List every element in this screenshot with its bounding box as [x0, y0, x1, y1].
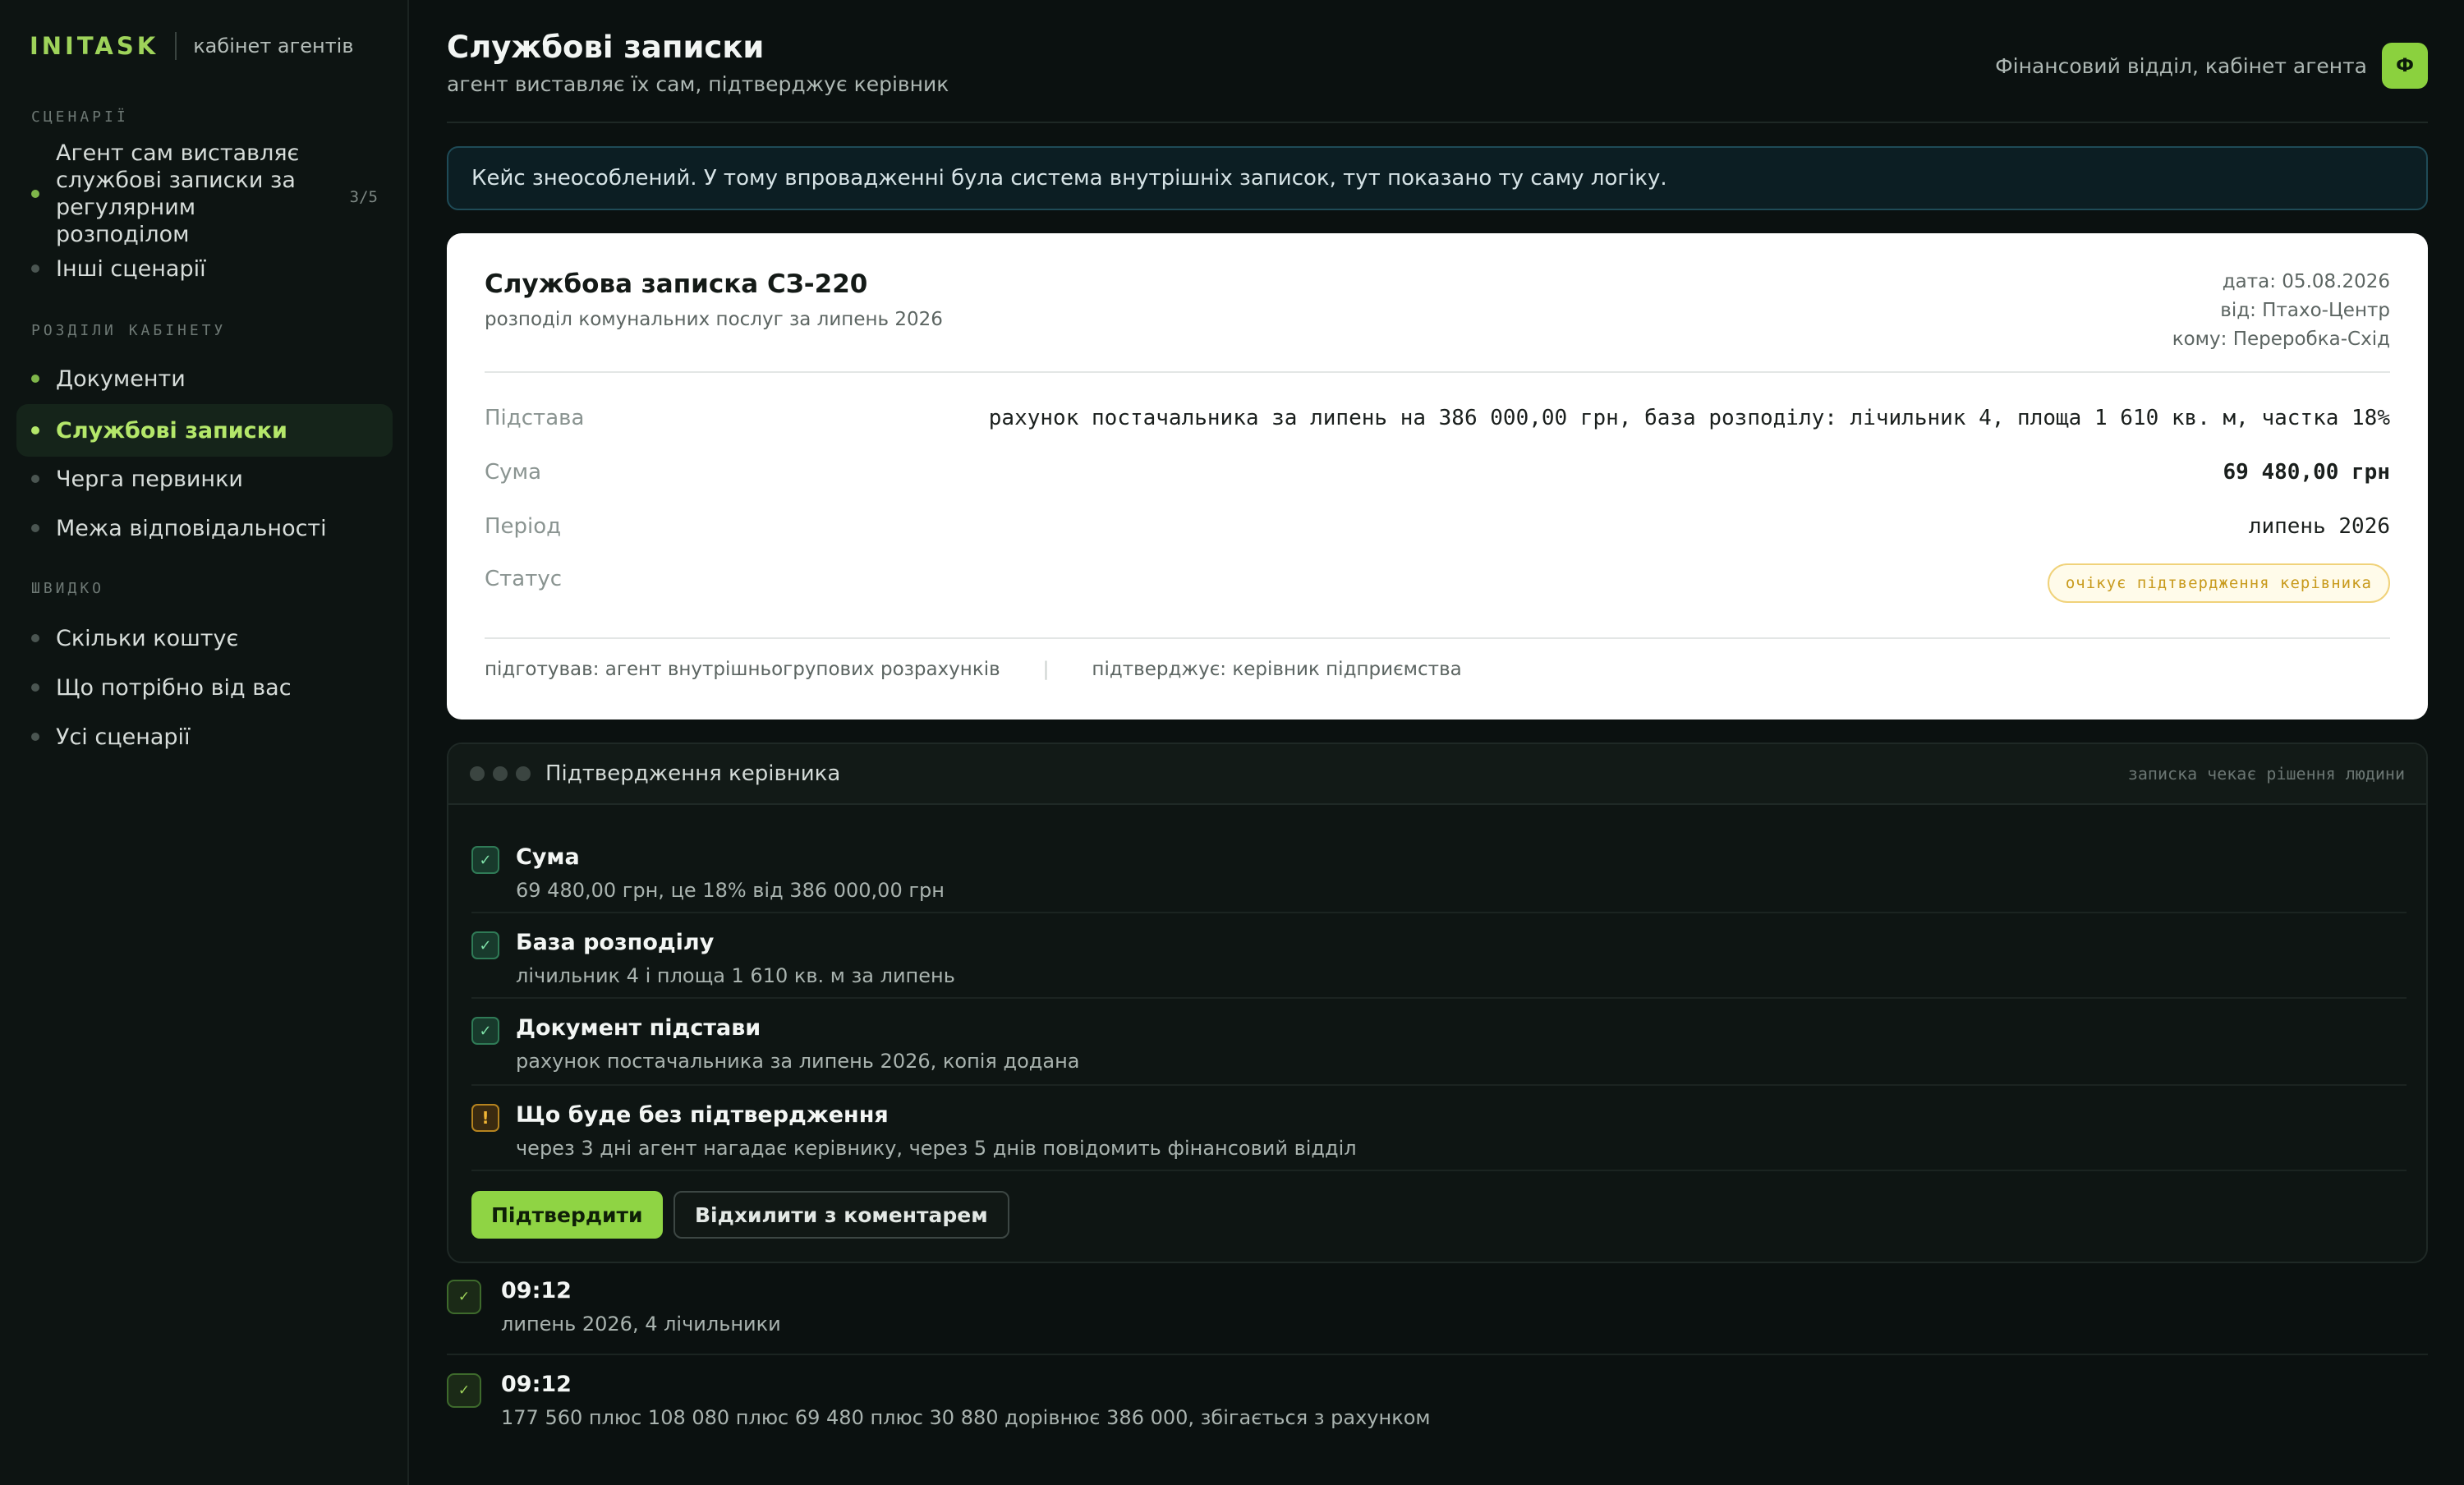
sidebar-item-responsibility-boundary[interactable]: Межа відповідальності	[16, 511, 393, 545]
brand-logo[interactable]: INITASK	[30, 32, 159, 60]
check-icon: ✓	[471, 1017, 499, 1045]
row-value-basis: рахунок постачальника за липень на 386 0…	[988, 406, 2390, 430]
check-icon: ✓	[447, 1373, 481, 1408]
reject-with-comment-button[interactable]: Відхилити з коментарем	[673, 1191, 1009, 1239]
check-description: через 3 дні агент нагадає керівнику, чер…	[516, 1137, 1357, 1160]
sidebar-item-self-invoicing-scenario[interactable]: Агент сам виставляє службові записки за …	[16, 140, 393, 247]
sidebar-item-documents[interactable]: Документи	[16, 361, 393, 396]
check-divider	[471, 1170, 2407, 1171]
check-description: рахунок постачальника за липень 2026, ко…	[516, 1050, 1080, 1073]
sidebar-item-label: Документи	[56, 366, 186, 392]
user-area[interactable]: Фінансовий відділ, кабінет агента Ф	[1995, 43, 2428, 89]
sidebar-item-label: Агент сам виставляє службові записки за …	[56, 140, 300, 247]
scenario-count: 3/5	[349, 188, 378, 206]
section-title-scenarios: СЦЕНАРІЇ	[31, 108, 129, 126]
check-title: Сума	[516, 844, 580, 870]
footer-separator: |	[1042, 659, 1050, 680]
memo-divider	[485, 637, 2390, 639]
window-dot-icon	[470, 766, 485, 781]
status-dot	[31, 375, 39, 383]
memo-from: від: Птахо-Центр	[2220, 300, 2390, 321]
status-badge: очікує підтвердження керівника	[2047, 563, 2390, 603]
check-description: лічильник 4 і площа 1 610 кв. м за липен…	[516, 964, 955, 987]
memo-footer: підготував: агент внутрішньогрупових роз…	[485, 659, 1462, 680]
check-divider	[471, 912, 2407, 913]
sidebar-item-pricing[interactable]: Скільки коштує	[16, 621, 393, 655]
sidebar-item-label: Службові записки	[56, 417, 287, 444]
status-dot	[31, 524, 39, 532]
log-time: 09:12	[501, 1278, 572, 1303]
user-label: Фінансовий відділ, кабінет агента	[1995, 53, 2367, 78]
check-title: Документ підстави	[516, 1015, 761, 1041]
sidebar-item-requirements[interactable]: Що потрібно від вас	[16, 670, 393, 705]
brand-subtitle: кабінет агентів	[193, 34, 354, 57]
sidebar: INITASK кабінет агентів СЦЕНАРІЇ Агент с…	[0, 0, 409, 1485]
sidebar-item-other-scenarios[interactable]: Інші сценарії	[16, 251, 393, 286]
row-label-amount: Сума	[485, 460, 542, 485]
memo-divider	[485, 371, 2390, 373]
check-title: Що буде без підтвердження	[516, 1102, 889, 1128]
page-subtitle: агент виставляє їх сам, підтверджує кері…	[447, 72, 949, 96]
page-title: Службові записки	[447, 30, 765, 65]
log-time: 09:12	[501, 1372, 572, 1397]
window-dot-icon	[516, 766, 531, 781]
status-dot	[31, 683, 39, 692]
status-dot	[31, 264, 39, 273]
brand[interactable]: INITASK кабінет агентів	[30, 30, 354, 62]
row-label-basis: Підстава	[485, 406, 585, 430]
status-dot	[31, 190, 39, 198]
check-icon: ✓	[471, 846, 499, 874]
warning-icon: !	[471, 1104, 499, 1132]
check-description: 69 480,00 грн, це 18% від 386 000,00 грн	[516, 879, 945, 902]
sidebar-item-all-scenarios[interactable]: Усі сценарії	[16, 720, 393, 754]
log-description: 177 560 плюс 108 080 плюс 69 480 плюс 30…	[501, 1406, 1431, 1429]
anonymization-notice: Кейс знеособлений. У тому впровадженні б…	[447, 146, 2428, 210]
panel-note: записка чекає рішення людини	[2127, 764, 2405, 784]
check-icon: ✓	[447, 1280, 481, 1314]
memo-title: Службова записка СЗ-220	[485, 269, 868, 299]
memo-meta: дата: 05.08.2026 від: Птахо-Центр кому: …	[2172, 268, 2390, 354]
status-dot	[31, 634, 39, 642]
window-dot-icon	[493, 766, 508, 781]
check-title: База розподілу	[516, 930, 715, 955]
row-label-period: Період	[485, 514, 562, 539]
sidebar-item-label: Усі сценарії	[56, 724, 191, 750]
row-label-status: Статус	[485, 567, 563, 591]
row-value-period: липень 2026	[2248, 514, 2390, 539]
memo-subtitle: розподіл комунальних послуг за липень 20…	[485, 309, 943, 330]
sidebar-item-memos[interactable]: Службові записки	[16, 404, 393, 457]
memo-to: кому: Переробка-Схід	[2172, 329, 2390, 350]
prepared-by: підготував: агент внутрішньогрупових роз…	[485, 659, 1000, 680]
sidebar-item-label: Черга первинки	[56, 466, 243, 492]
header-divider	[447, 122, 2428, 123]
sidebar-item-primary-queue[interactable]: Черга первинки	[16, 462, 393, 496]
brand-divider	[175, 32, 177, 60]
memo-card: Службова записка СЗ-220 розподіл комунал…	[447, 233, 2428, 720]
sidebar-item-label: Що потрібно від вас	[56, 674, 292, 701]
log-divider	[447, 1354, 2428, 1355]
panel-header: Підтвердження керівника записка чекає рі…	[448, 744, 2426, 805]
section-title-quick: ШВИДКО	[31, 580, 105, 597]
memo-date: дата: 05.08.2026	[2222, 271, 2390, 292]
confirm-button[interactable]: Підтвердити	[471, 1191, 663, 1239]
status-dot	[31, 475, 39, 483]
panel-title: Підтвердження керівника	[545, 761, 841, 786]
section-title-cabinet: РОЗДІЛИ КАБІНЕТУ	[31, 322, 227, 339]
approval-panel: Підтвердження керівника записка чекає рі…	[447, 742, 2428, 1263]
avatar[interactable]: Ф	[2382, 43, 2428, 89]
check-divider	[471, 997, 2407, 999]
sidebar-item-label: Скільки коштує	[56, 625, 239, 651]
sidebar-item-label: Межа відповідальності	[56, 515, 327, 541]
log-description: липень 2026, 4 лічильники	[501, 1313, 781, 1336]
check-divider	[471, 1084, 2407, 1086]
row-value-amount: 69 480,00 грн	[2223, 460, 2391, 485]
sidebar-item-label: Інші сценарії	[56, 255, 206, 282]
check-icon: ✓	[471, 931, 499, 959]
status-dot	[31, 426, 39, 434]
status-dot	[31, 733, 39, 741]
approved-by: підтверджує: керівник підприємства	[1092, 659, 1462, 680]
